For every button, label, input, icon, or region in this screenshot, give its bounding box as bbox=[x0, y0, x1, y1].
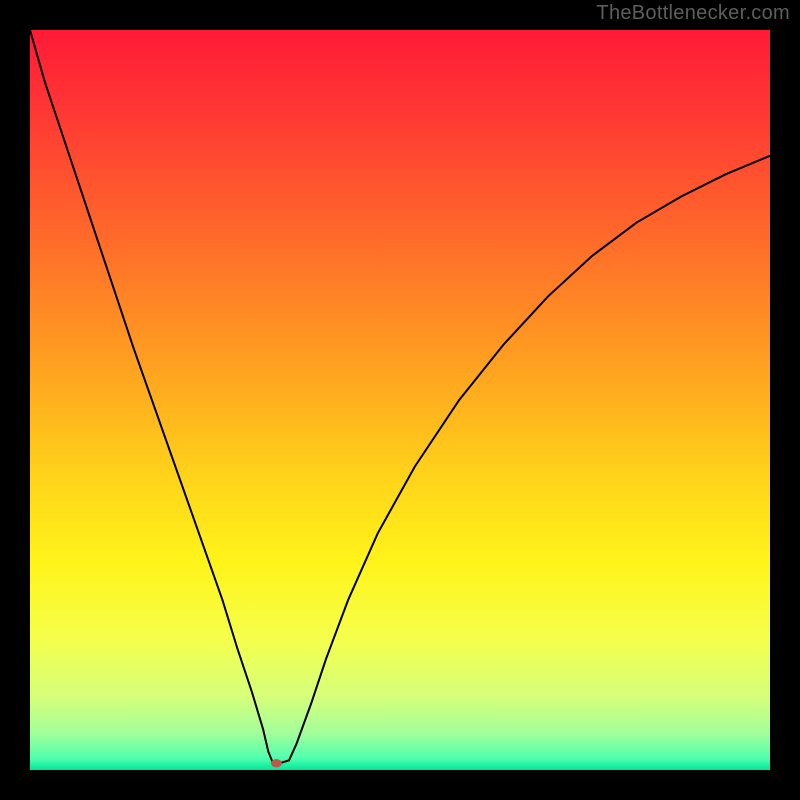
bottleneck-chart bbox=[30, 30, 770, 770]
optimum-marker bbox=[271, 759, 282, 767]
plot-background bbox=[30, 30, 770, 770]
watermark-text: TheBottlenecker.com bbox=[596, 2, 790, 25]
chart-frame: TheBottlenecker.com bbox=[0, 0, 800, 800]
